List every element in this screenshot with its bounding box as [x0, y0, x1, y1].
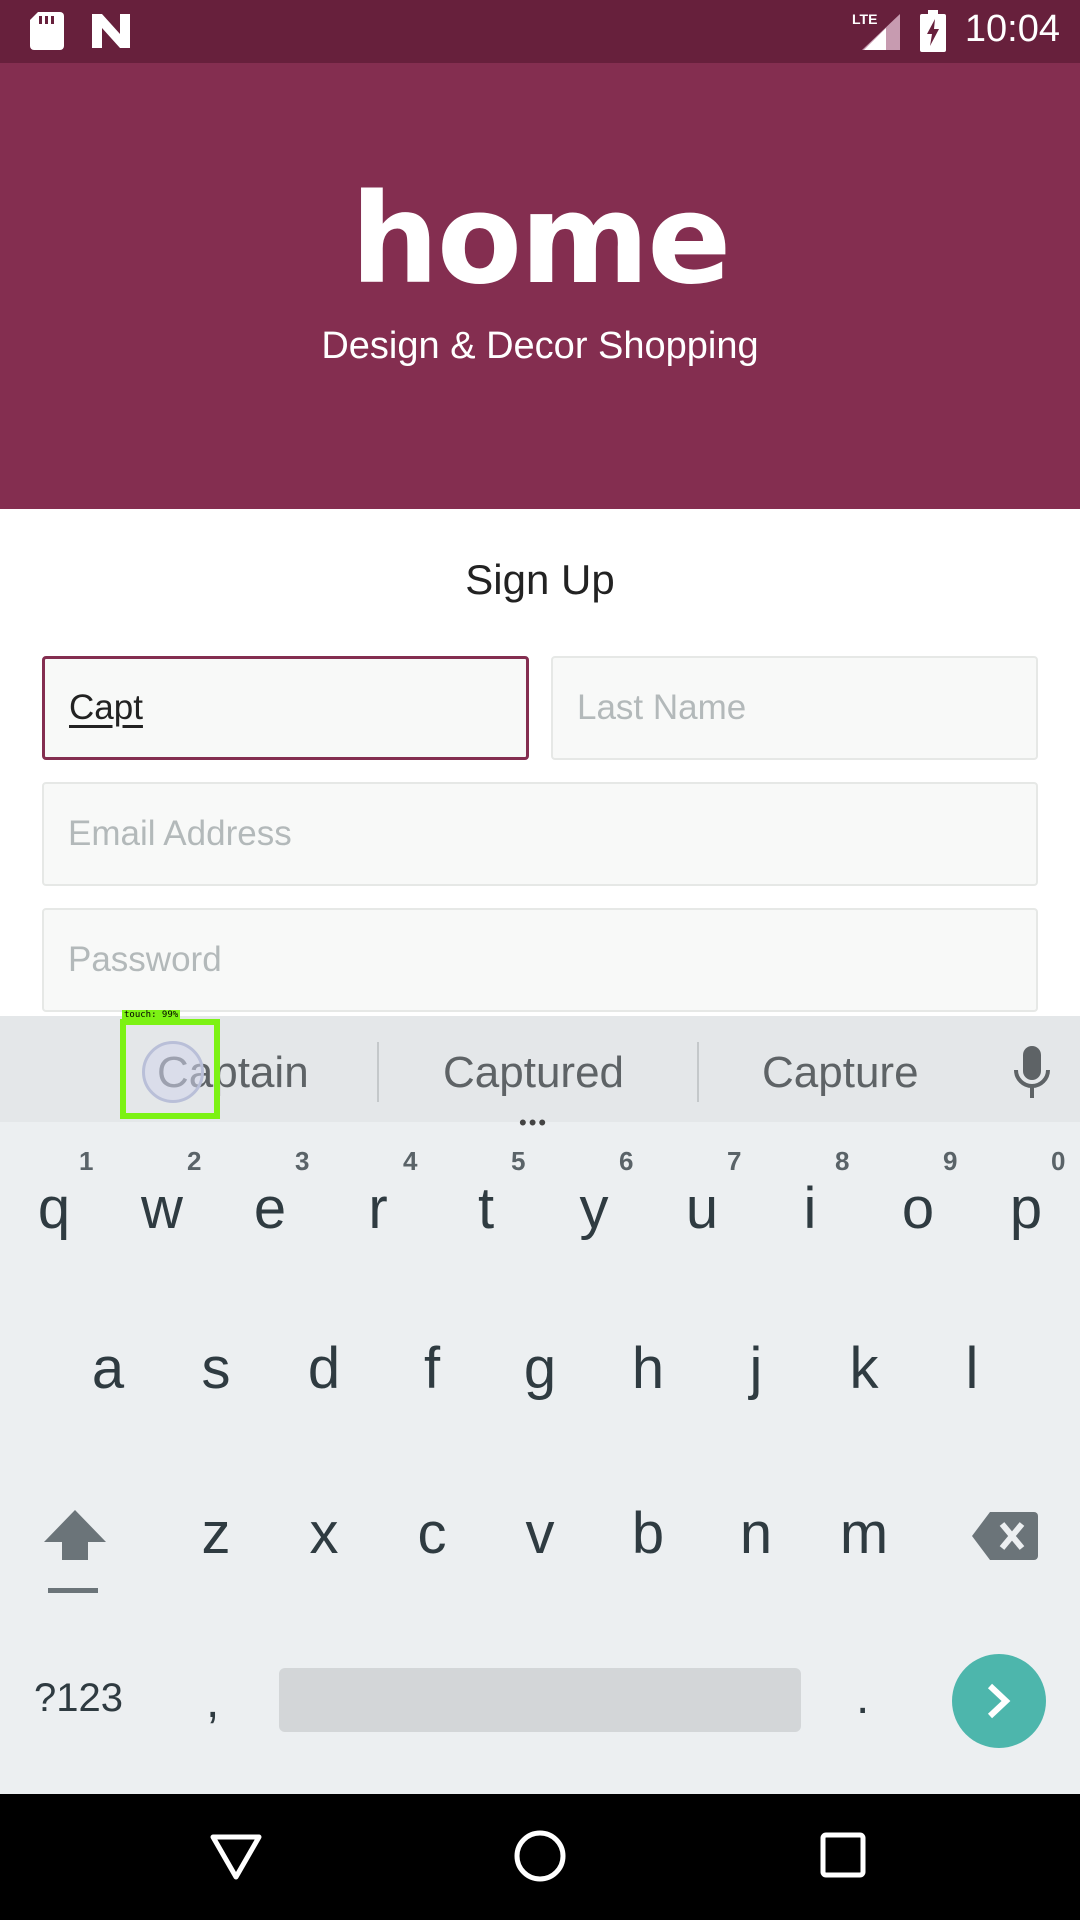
- space-key[interactable]: [279, 1668, 801, 1732]
- key-t[interactable]: t: [438, 1180, 534, 1238]
- key-p[interactable]: p: [978, 1180, 1074, 1238]
- header-banner: home Design & Decor Shopping: [0, 63, 1080, 509]
- key-b[interactable]: b: [600, 1505, 696, 1563]
- key-f[interactable]: f: [384, 1340, 480, 1398]
- key-w[interactable]: w: [114, 1180, 210, 1238]
- password-input[interactable]: Password: [42, 908, 1038, 1012]
- key-hint-0: 0: [1051, 1146, 1066, 1176]
- status-time: 10:04: [964, 8, 1060, 50]
- key-m[interactable]: m: [816, 1505, 912, 1563]
- status-bar: LTE 10:04: [0, 0, 1080, 63]
- battery-charging-icon: [920, 10, 946, 57]
- key-hint-1: 1: [79, 1146, 94, 1176]
- last-name-input[interactable]: Last Name: [551, 656, 1038, 760]
- period-key[interactable]: .: [856, 1670, 869, 1725]
- symbols-key[interactable]: ?123: [34, 1676, 123, 1721]
- page-title: Sign Up: [465, 556, 615, 603]
- email-placeholder: Email Address: [68, 814, 292, 853]
- key-z[interactable]: z: [168, 1505, 264, 1563]
- suggestion-divider: [697, 1042, 699, 1102]
- key-hint-4: 4: [403, 1146, 418, 1176]
- key-hint-8: 8: [835, 1146, 850, 1176]
- key-l[interactable]: l: [924, 1340, 1020, 1398]
- key-hint-5: 5: [511, 1146, 526, 1176]
- shift-icon[interactable]: [42, 1508, 108, 1601]
- navigation-bar: [0, 1794, 1080, 1920]
- key-i[interactable]: i: [762, 1180, 858, 1238]
- key-hint-2: 2: [187, 1146, 202, 1176]
- key-e[interactable]: e: [222, 1180, 318, 1238]
- password-placeholder: Password: [68, 940, 222, 979]
- suggestion-capture[interactable]: Capture: [762, 1048, 919, 1098]
- back-icon[interactable]: [210, 1834, 262, 1885]
- key-y[interactable]: y: [546, 1180, 642, 1238]
- key-a[interactable]: a: [60, 1340, 156, 1398]
- key-k[interactable]: k: [816, 1340, 912, 1398]
- signal-icon: LTE: [852, 10, 902, 57]
- home-icon[interactable]: [514, 1830, 566, 1887]
- n-app-icon: [90, 12, 132, 55]
- suggestion-divider: [377, 1042, 379, 1102]
- key-c[interactable]: c: [384, 1505, 480, 1563]
- key-s[interactable]: s: [168, 1340, 264, 1398]
- next-button[interactable]: [952, 1654, 1046, 1748]
- first-name-value: Capt: [69, 688, 143, 727]
- app-tagline: Design & Decor Shopping: [321, 325, 759, 367]
- key-h[interactable]: h: [600, 1340, 696, 1398]
- key-hint-6: 6: [619, 1146, 634, 1176]
- key-u[interactable]: u: [654, 1180, 750, 1238]
- key-v[interactable]: v: [492, 1505, 588, 1563]
- sd-card-icon: [30, 12, 64, 55]
- key-x[interactable]: x: [276, 1505, 372, 1563]
- svg-text:LTE: LTE: [852, 11, 877, 27]
- comma-key[interactable]: ,: [206, 1674, 219, 1729]
- touch-highlight-box: [120, 1019, 220, 1119]
- recents-icon[interactable]: [820, 1832, 866, 1883]
- key-hint-7: 7: [727, 1146, 742, 1176]
- mic-icon[interactable]: [1012, 1046, 1052, 1105]
- email-input[interactable]: Email Address: [42, 782, 1038, 886]
- more-suggestions-indicator[interactable]: •••: [519, 1112, 548, 1134]
- key-g[interactable]: g: [492, 1340, 588, 1398]
- touch-label: touch: 99%: [122, 1010, 181, 1021]
- key-o[interactable]: o: [870, 1180, 966, 1238]
- suggestion-captured[interactable]: Captured: [443, 1048, 624, 1098]
- key-r[interactable]: r: [330, 1180, 426, 1238]
- key-hint-3: 3: [295, 1146, 310, 1176]
- key-j[interactable]: j: [708, 1340, 804, 1398]
- last-name-placeholder: Last Name: [577, 688, 747, 727]
- key-hint-9: 9: [943, 1146, 958, 1176]
- key-q[interactable]: q: [6, 1180, 102, 1238]
- first-name-input[interactable]: Capt: [42, 656, 529, 760]
- backspace-icon[interactable]: [972, 1512, 1038, 1565]
- app-logo: home: [350, 168, 732, 312]
- next-arrow-icon: [984, 1682, 1014, 1725]
- key-n[interactable]: n: [708, 1505, 804, 1563]
- key-d[interactable]: d: [276, 1340, 372, 1398]
